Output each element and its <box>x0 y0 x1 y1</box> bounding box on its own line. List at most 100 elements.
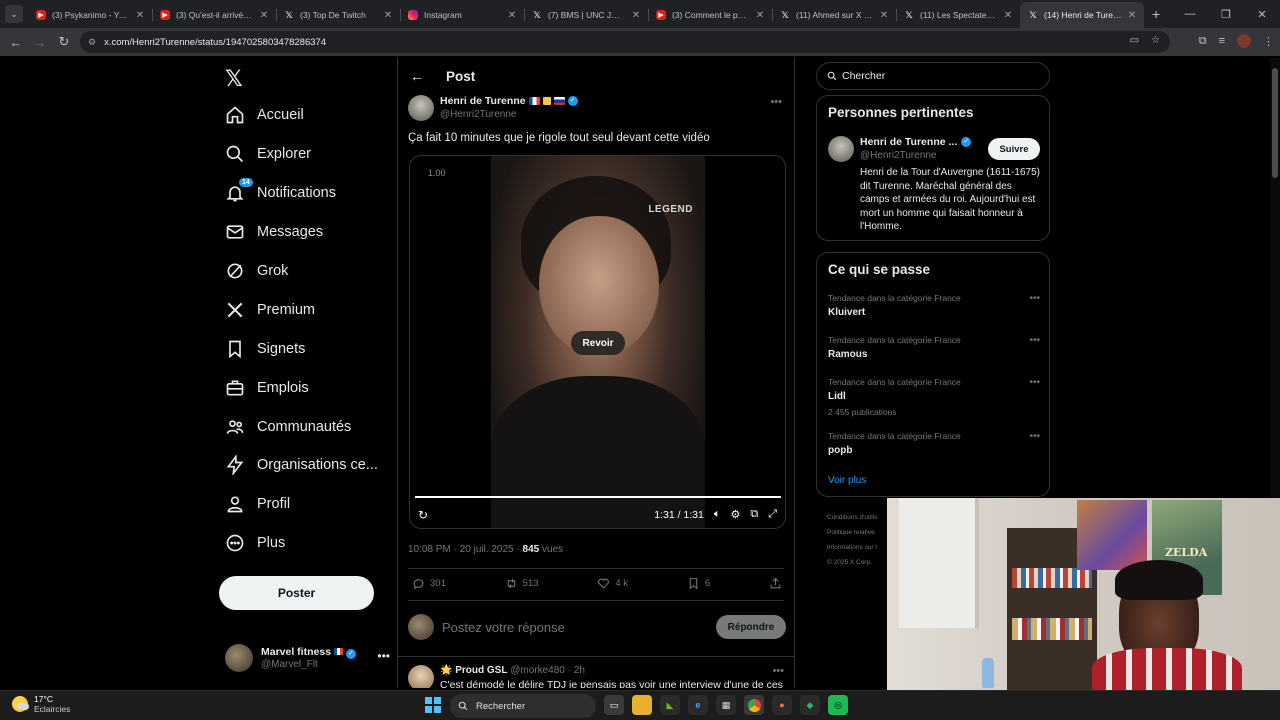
back-icon[interactable]: ← <box>4 35 28 50</box>
volume-icon[interactable]: 🔈︎ <box>714 508 721 521</box>
more-icon[interactable]: ••• <box>770 96 782 108</box>
firefox-icon[interactable]: ● <box>772 695 792 715</box>
close-tab-icon[interactable]: ✕ <box>878 10 890 21</box>
weather-widget[interactable]: 17°C Eclaircies <box>12 694 70 714</box>
video-player[interactable]: 1.00 LEGEND Revoir ↻ 1:31 / 1:31 🔈︎ ⚙ ⧉ … <box>409 155 786 529</box>
author-name[interactable]: Henri de Turenne ✓ <box>440 95 578 107</box>
url-text[interactable]: x.com/Henri2Turenne/status/1947025803478… <box>104 37 326 48</box>
reload-icon[interactable]: ↻ <box>52 34 76 50</box>
close-tab-icon[interactable]: ✕ <box>506 10 518 21</box>
chrome-icon[interactable] <box>744 695 764 715</box>
more-icon[interactable]: ••• <box>1029 335 1040 346</box>
more-icon[interactable]: ••• <box>1029 377 1040 388</box>
replay-icon[interactable]: ↻ <box>418 508 428 522</box>
footer-link[interactable]: Informations sur l <box>827 540 877 555</box>
more-icon[interactable]: ••• <box>1029 431 1040 442</box>
post-author[interactable]: Henri de Turenne ✓ @Henri2Turenne <box>408 95 578 121</box>
reply-author-name[interactable]: Proud GSL <box>455 665 507 676</box>
cast-icon[interactable]: ▭ <box>1130 35 1139 46</box>
trend-item[interactable]: Tendance dans la catégorie France popb •… <box>828 431 1040 456</box>
sidebar-item-plus[interactable]: Plus <box>225 528 285 558</box>
close-tab-icon[interactable]: ✕ <box>754 10 766 21</box>
close-tab-icon[interactable]: ✕ <box>1002 10 1014 21</box>
edge-icon[interactable]: e <box>688 695 708 715</box>
app-icon[interactable]: ◆ <box>800 695 820 715</box>
task-view-icon[interactable]: ▭ <box>604 695 624 715</box>
avatar[interactable] <box>408 665 434 688</box>
browser-tab[interactable]: 𝕏 (3) Top De Twitch ✕ <box>276 2 400 28</box>
browser-tab-active[interactable]: 𝕏 (14) Henri de Turenne ✕ <box>1020 2 1144 28</box>
sidebar-item-messages[interactable]: Messages <box>225 217 323 247</box>
minimize-icon[interactable]: — <box>1172 8 1208 20</box>
browser-menu-icon[interactable]: ⋮ <box>1263 35 1274 48</box>
reply-action[interactable]: 301 <box>412 577 446 590</box>
avatar[interactable] <box>408 95 434 121</box>
browser-tab[interactable]: ▶(3) Psykanimo - YouTube✕ <box>28 2 152 28</box>
browser-tab[interactable]: 𝕏 (11) Les Spectateurs ✕ <box>896 2 1020 28</box>
site-info-icon[interactable]: ⚙ <box>88 37 96 48</box>
bookmark-star-icon[interactable]: ☆ <box>1151 35 1160 46</box>
tab-search-dropdown[interactable]: ⌄ <box>5 5 23 23</box>
account-switcher[interactable]: Marvel fitness ✓ @Marvel_Flt ••• <box>225 643 390 673</box>
follow-button[interactable]: Suivre <box>988 138 1040 160</box>
like-action[interactable]: 4 k <box>597 577 628 590</box>
file-explorer-icon[interactable] <box>632 695 652 715</box>
browser-tab[interactable]: 𝕏 (11) Ahmed sur X : "le ✕ <box>772 2 896 28</box>
sidebar-item-explorer[interactable]: Explorer <box>225 139 311 169</box>
footer-link[interactable]: Politique relative <box>827 525 877 540</box>
scrollbar-thumb[interactable] <box>1272 68 1278 178</box>
reply-input[interactable]: Postez votre réponse <box>442 620 716 635</box>
bookmark-action[interactable]: 6 <box>687 577 710 590</box>
forward-icon[interactable]: → <box>28 35 52 50</box>
sidebar-item-emplois[interactable]: Emplois <box>225 373 309 403</box>
taskbar-search[interactable]: Rechercher <box>450 694 596 718</box>
close-tab-icon[interactable]: ✕ <box>382 10 394 21</box>
share-action[interactable] <box>769 577 782 590</box>
more-icon[interactable]: ••• <box>377 649 390 663</box>
browser-tab[interactable]: Instagram ✕ <box>400 2 524 28</box>
more-icon[interactable]: ••• <box>772 665 784 677</box>
media-icon[interactable]: ≡ <box>1219 35 1225 47</box>
discord-icon[interactable]: ◎ <box>828 695 848 715</box>
settings-icon[interactable]: ⚙ <box>730 508 740 521</box>
trend-item[interactable]: Tendance dans la catégorie France Lidl 2… <box>828 377 1040 417</box>
browser-tab[interactable]: 𝕏 (7) BMS | UNC JOEL ✕ <box>524 2 648 28</box>
profile-avatar[interactable] <box>1237 34 1251 48</box>
back-arrow-icon[interactable]: ← <box>410 68 434 84</box>
repost-action[interactable]: 513 <box>505 577 539 590</box>
close-tab-icon[interactable]: ✕ <box>258 10 270 21</box>
reply-button[interactable]: Répondre <box>716 615 786 639</box>
nvidia-icon[interactable]: ◣ <box>660 695 680 715</box>
replay-button[interactable]: Revoir <box>571 331 625 355</box>
store-icon[interactable]: ▦ <box>716 695 736 715</box>
sidebar-item-notifications[interactable]: 14 Notifications <box>225 178 336 208</box>
pip-icon[interactable]: ⧉ <box>750 508 758 521</box>
trend-item[interactable]: Tendance dans la catégorie France Kluive… <box>828 293 1040 318</box>
trend-item[interactable]: Tendance dans la catégorie France Ramous… <box>828 335 1040 360</box>
see-more-link[interactable]: Voir plus <box>828 475 866 486</box>
search-input[interactable]: Chercher <box>816 62 1050 90</box>
windows-start-icon[interactable] <box>425 697 441 713</box>
post-button[interactable]: Poster <box>219 576 374 610</box>
close-tab-icon[interactable]: ✕ <box>134 10 146 21</box>
close-window-icon[interactable]: ✕ <box>1244 8 1280 21</box>
address-bar[interactable]: ⚙ x.com/Henri2Turenne/status/19470258034… <box>80 31 1170 53</box>
footer-link[interactable]: Conditions d'utilis <box>827 510 877 525</box>
avatar[interactable] <box>828 136 854 162</box>
sidebar-item-accueil[interactable]: Accueil <box>225 100 304 130</box>
sidebar-item-premium[interactable]: Premium <box>225 295 315 325</box>
person-name[interactable]: Henri de Turenne ... ✓ <box>860 136 972 148</box>
sidebar-item-organisations[interactable]: Organisations ce... <box>225 450 378 480</box>
video-progress-bar[interactable] <box>415 496 781 498</box>
extensions-icon[interactable]: ⧉ <box>1199 35 1207 48</box>
more-icon[interactable]: ••• <box>1029 293 1040 304</box>
close-tab-icon[interactable]: ✕ <box>1126 10 1138 21</box>
fullscreen-icon[interactable]: ⤢ <box>768 508 777 521</box>
browser-tab[interactable]: ▶ (3) Comment le peuple ✕ <box>648 2 772 28</box>
new-tab-button[interactable]: + <box>1152 6 1160 22</box>
x-logo[interactable]: 𝕏 <box>225 66 243 92</box>
sidebar-item-profil[interactable]: Profil <box>225 489 290 519</box>
sidebar-item-grok[interactable]: Grok <box>225 256 288 286</box>
restore-icon[interactable]: ❐ <box>1208 8 1244 21</box>
sidebar-item-communautes[interactable]: Communautés <box>225 412 351 442</box>
